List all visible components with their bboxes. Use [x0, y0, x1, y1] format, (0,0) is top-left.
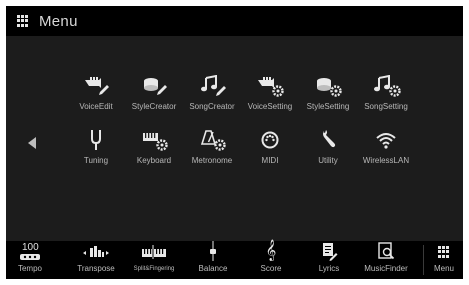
- menu-content: VoiceEdit StyleCreator SongCreator Voice…: [6, 36, 463, 241]
- app-song-creator[interactable]: SongCreator: [183, 75, 241, 111]
- tempo-value: 100: [22, 242, 39, 253]
- app-utility[interactable]: Utility: [299, 129, 357, 165]
- tempo-beat-icon: [20, 254, 40, 260]
- app-metronome[interactable]: Metronome: [183, 129, 241, 165]
- app-keyboard[interactable]: Keyboard: [125, 129, 183, 165]
- lyrics-icon: [306, 241, 352, 261]
- split-fingering-label: Split&Fingering: [133, 266, 175, 272]
- treble-clef-icon: 𝄞: [265, 240, 277, 261]
- tempo-button[interactable]: 100 Tempo: [10, 241, 50, 279]
- app-wireless-lan[interactable]: WirelessLAN: [357, 129, 415, 165]
- music-finder-label: MusicFinder: [364, 264, 408, 273]
- music-finder-icon: [358, 241, 414, 261]
- score-button[interactable]: 𝄞 Score: [248, 241, 294, 279]
- bottom-toolbar: 100 Tempo Transpose Split&Fingering Bala…: [6, 241, 463, 279]
- tempo-label: Tempo: [17, 264, 42, 273]
- split-keyboard-icon: [126, 241, 182, 261]
- app-label: SongCreator: [189, 102, 235, 111]
- menu-label: Menu: [433, 264, 454, 273]
- lyrics-button[interactable]: Lyrics: [306, 241, 352, 279]
- previous-page-arrow-icon[interactable]: [28, 137, 36, 149]
- drum-edit-icon: [125, 75, 183, 97]
- app-tuning[interactable]: Tuning: [67, 129, 125, 165]
- app-label: SongSetting: [364, 102, 408, 111]
- app-voice-setting[interactable]: VoiceSetting: [241, 75, 299, 111]
- balance-slider-icon: [190, 241, 236, 261]
- metronome-gear-icon: [183, 129, 241, 151]
- app-style-setting[interactable]: StyleSetting: [299, 75, 357, 111]
- app-label: WirelessLAN: [362, 156, 410, 165]
- trumpet-gear-icon: [241, 75, 299, 97]
- balance-label: Balance: [198, 264, 228, 273]
- note-edit-icon: [183, 75, 241, 97]
- menu-button[interactable]: Menu: [427, 241, 461, 279]
- menu-screen: Menu VoiceEdit StyleCreator SongCreator …: [6, 6, 463, 279]
- transpose-label: Transpose: [77, 264, 115, 273]
- page-title: Menu: [39, 12, 78, 30]
- app-label: MIDI: [261, 156, 279, 165]
- app-label: Metronome: [191, 156, 233, 165]
- tempo-display: 100: [10, 241, 50, 261]
- app-label: StyleSetting: [306, 102, 350, 111]
- transpose-button[interactable]: Transpose: [70, 241, 122, 279]
- app-song-setting[interactable]: SongSetting: [357, 75, 415, 111]
- menu-grid-icon: [427, 241, 461, 261]
- app-voice-edit[interactable]: VoiceEdit: [67, 75, 125, 111]
- app-label: Tuning: [83, 156, 109, 165]
- wrench-icon: [299, 129, 357, 151]
- music-finder-button[interactable]: MusicFinder: [358, 241, 414, 279]
- wifi-icon: [357, 129, 415, 151]
- transpose-icon: [70, 241, 122, 261]
- midi-icon: [241, 129, 299, 151]
- balance-button[interactable]: Balance: [190, 241, 236, 279]
- score-label: Score: [260, 264, 282, 273]
- drum-gear-icon: [299, 75, 357, 97]
- split-fingering-button[interactable]: Split&Fingering: [126, 241, 182, 279]
- lyrics-label: Lyrics: [318, 264, 340, 273]
- app-label: VoiceEdit: [79, 102, 113, 111]
- title-bar: Menu: [6, 6, 463, 36]
- tuning-fork-icon: [67, 129, 125, 151]
- app-label: StyleCreator: [131, 102, 177, 111]
- app-midi[interactable]: MIDI: [241, 129, 299, 165]
- trumpet-edit-icon: [67, 75, 125, 97]
- app-label: VoiceSetting: [247, 102, 293, 111]
- app-label: Keyboard: [136, 156, 172, 165]
- app-style-creator[interactable]: StyleCreator: [125, 75, 183, 111]
- keyboard-gear-icon: [125, 129, 183, 151]
- toolbar-divider: [423, 245, 424, 275]
- app-label: Utility: [318, 156, 338, 165]
- menu-grid-icon: [17, 15, 29, 27]
- note-gear-icon: [357, 75, 415, 97]
